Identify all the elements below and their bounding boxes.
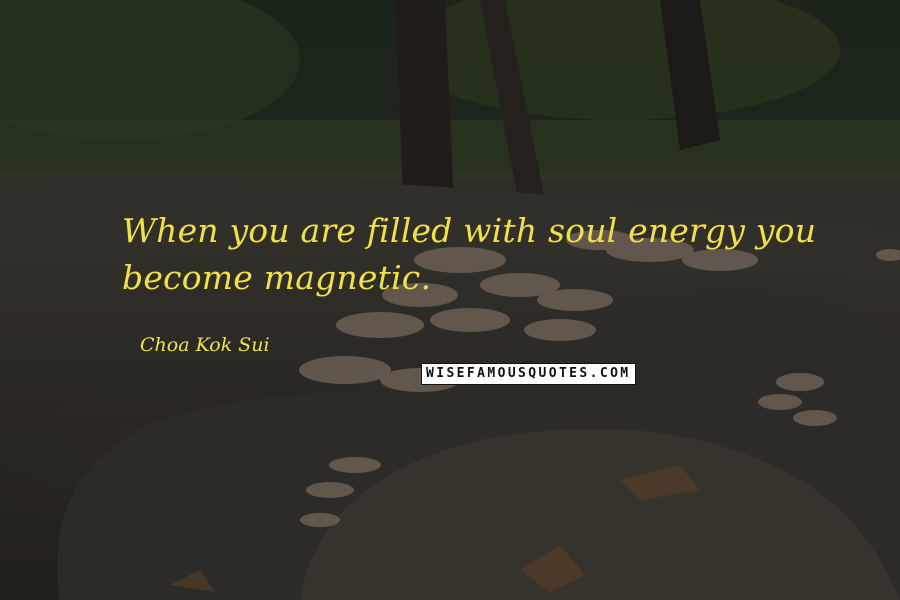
quote-text: When you are filled with soul energy you… xyxy=(122,211,817,297)
quote-image: When you are filled with soul energy you… xyxy=(0,0,900,600)
quote-author: Choa Kok Sui xyxy=(140,334,270,356)
watermark-logo: WISEFAMOUSQUOTES.COM xyxy=(421,363,636,385)
